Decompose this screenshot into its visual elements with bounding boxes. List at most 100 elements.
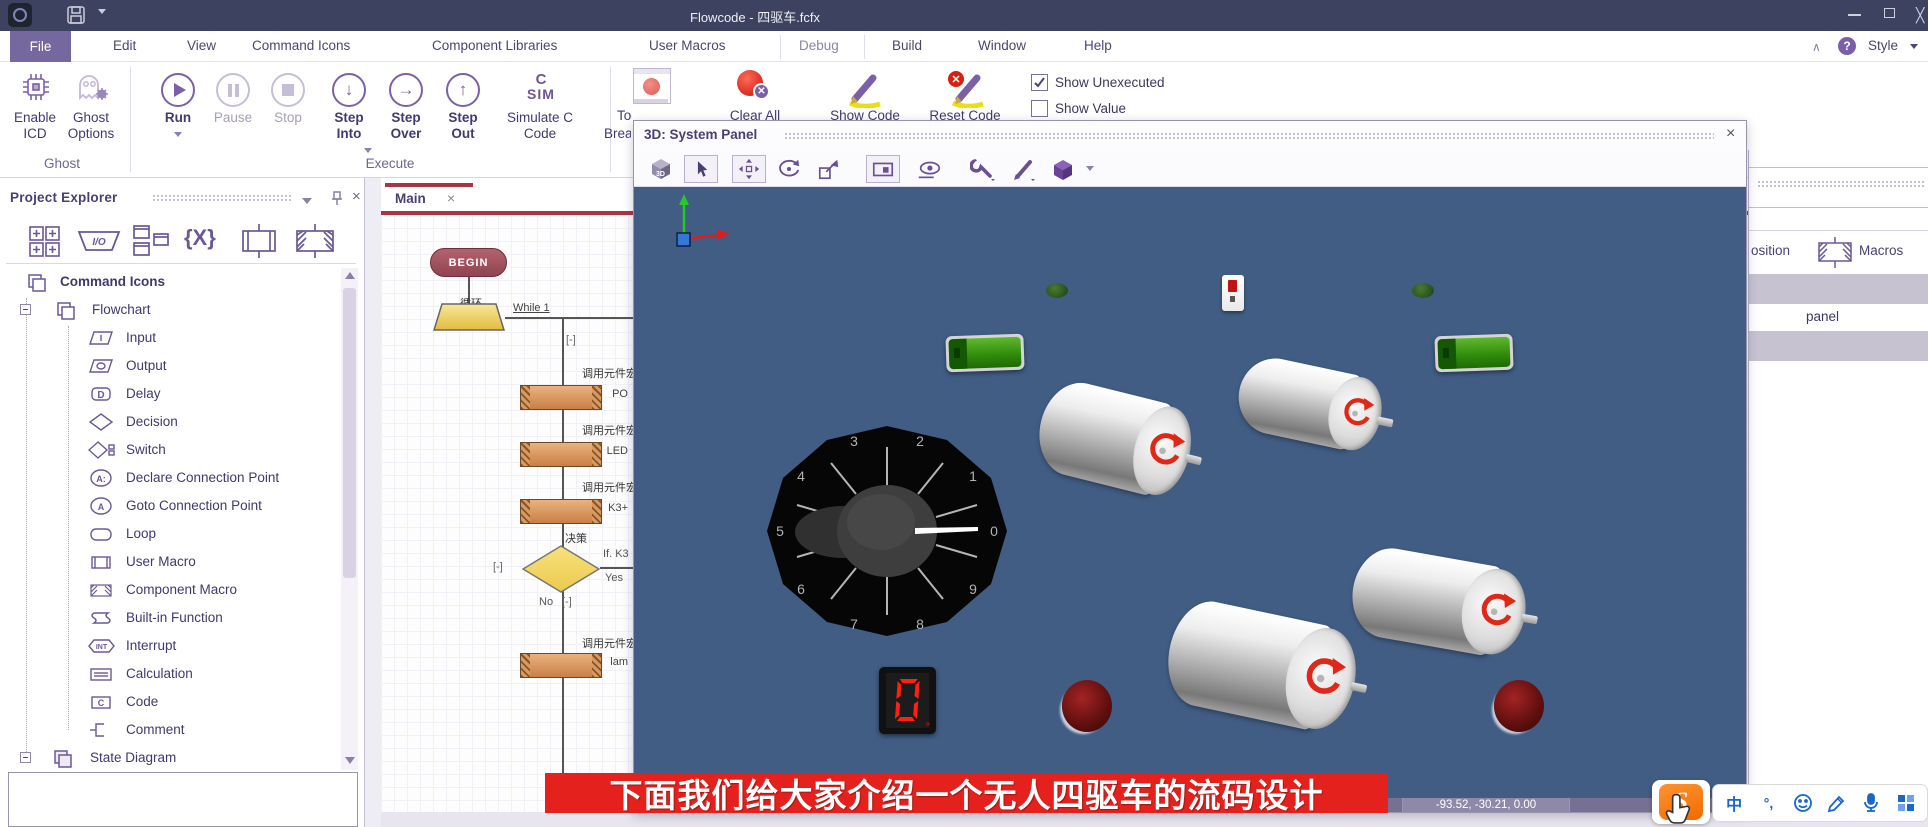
run-button[interactable]: Run	[156, 66, 200, 166]
begin-node[interactable]: BEGIN	[430, 248, 507, 277]
collapse-marker[interactable]: [-]	[566, 334, 576, 346]
position-label[interactable]: osition	[1751, 243, 1790, 258]
save-icon[interactable]	[66, 5, 86, 30]
paint-tool-icon[interactable]	[1006, 155, 1040, 183]
step-over-button[interactable]: → Step Over	[383, 66, 429, 166]
step-out-button[interactable]: ↑ Step Out	[440, 66, 486, 166]
tree-item-state-diagram[interactable]: State Diagram	[0, 744, 335, 772]
menu-window[interactable]: Window	[978, 38, 1026, 53]
help-icon[interactable]: ?	[1838, 37, 1856, 55]
tree-item-delay[interactable]: D Delay	[0, 380, 335, 408]
clear-all-breakpoints-button[interactable]: ✕	[735, 70, 779, 106]
menu-command-icons[interactable]: Command Icons	[252, 38, 350, 53]
dc-motor[interactable]	[1345, 541, 1533, 664]
ime-microphone-icon[interactable]	[1858, 793, 1884, 813]
table-row[interactable]: panel	[1749, 304, 1928, 331]
style-menu[interactable]: Style	[1868, 38, 1898, 53]
rotate-tool[interactable]	[772, 155, 806, 183]
component-macro-strip-icon[interactable]	[292, 224, 338, 263]
quick-access-dropdown-icon[interactable]	[98, 9, 106, 14]
loop-start-node[interactable]	[433, 303, 505, 331]
green-led[interactable]	[1412, 283, 1434, 298]
panel-close-icon[interactable]: ×	[352, 188, 361, 205]
tree-item-declare-connection-point[interactable]: A: Declare Connection Point	[0, 464, 335, 492]
tree-item-calculation[interactable]: Calculation	[0, 660, 335, 688]
menu-user-macros[interactable]: User Macros	[649, 38, 726, 53]
3d-window-titlebar[interactable]: 3D: System Panel ×	[634, 121, 1746, 151]
scroll-down-icon[interactable]	[345, 757, 355, 764]
cube-display-icon[interactable]	[1046, 155, 1080, 183]
minimize-button[interactable]	[1848, 14, 1861, 16]
pan-tool[interactable]	[732, 155, 766, 183]
tree-item-interrupt[interactable]: INT Interrupt	[0, 632, 335, 660]
enable-icd-button[interactable]: Enable ICD	[6, 66, 64, 166]
menu-view[interactable]: View	[187, 38, 216, 53]
battery-component[interactable]	[945, 334, 1024, 373]
pause-button[interactable]: Pause	[210, 66, 256, 166]
ime-keyboard-grid-icon[interactable]	[1893, 793, 1919, 813]
scrollbar-thumb[interactable]	[343, 288, 356, 578]
cube-dropdown-icon[interactable]	[1086, 166, 1094, 171]
menu-debug[interactable]: Debug	[799, 38, 839, 53]
battery-component[interactable]	[1434, 334, 1513, 373]
scale-tool[interactable]	[812, 155, 846, 183]
menu-file[interactable]: File	[10, 31, 71, 62]
stop-button[interactable]: Stop	[266, 66, 310, 166]
dc-motor[interactable]	[1231, 350, 1388, 458]
ime-emoji-icon[interactable]	[1790, 793, 1816, 813]
decision-node[interactable]	[522, 545, 600, 593]
tree-item-output[interactable]: Output	[0, 352, 335, 380]
show-unexecuted-checkbox[interactable]: Show Unexecuted	[1031, 74, 1165, 91]
tree-item-user-macro[interactable]: User Macro	[0, 548, 335, 576]
variables-icon[interactable]: {X}	[184, 225, 216, 251]
tree-item-goto-connection-point[interactable]: A Goto Connection Point	[0, 492, 335, 520]
tree-item-flowchart[interactable]: Flowchart	[0, 296, 335, 324]
macros-label[interactable]: Macros	[1859, 243, 1903, 258]
step-into-button[interactable]: ↓ Step Into	[326, 66, 372, 166]
tree-item-loop[interactable]: Loop	[0, 520, 335, 548]
menu-build[interactable]: Build	[892, 38, 922, 53]
app-logo-icon[interactable]	[8, 3, 32, 27]
tree-item-input[interactable]: Input	[0, 324, 335, 352]
rotary-dial[interactable]: 0 1 2 3 4 5 6 7 8 9	[765, 424, 1011, 640]
close-button[interactable]: ╳	[1916, 7, 1924, 24]
toggle-switch-3d[interactable]	[1222, 275, 1244, 311]
show-code-button[interactable]	[845, 70, 885, 108]
windows-icon[interactable]	[132, 224, 174, 263]
pin-icon[interactable]	[330, 190, 344, 211]
ime-punctuation-toggle[interactable]: °,	[1755, 795, 1781, 811]
wrench-tool-icon[interactable]	[966, 155, 1000, 183]
select-tool[interactable]	[684, 155, 718, 183]
3d-viewport[interactable]: 0 1 2 3 4 5 6 7 8 9	[634, 187, 1746, 798]
simulate-c-code-button[interactable]: CSIM Simulate C Code	[500, 66, 582, 166]
tree-item-switch[interactable]: Switch	[0, 436, 335, 464]
tree-item-comment[interactable]: Comment	[0, 716, 335, 744]
visibility-eye-icon[interactable]	[912, 155, 946, 183]
menu-component-libraries[interactable]: Component Libraries	[432, 38, 557, 53]
panel-splitter[interactable]	[365, 178, 381, 827]
user-macro-strip-icon[interactable]	[238, 224, 280, 263]
grid-icons-icon[interactable]	[27, 224, 63, 263]
scroll-up-icon[interactable]	[345, 272, 355, 279]
io-icon[interactable]: I/O	[77, 228, 121, 259]
tree-item-built-in-function[interactable]: Built-in Function	[0, 604, 335, 632]
menu-help[interactable]: Help	[1084, 38, 1112, 53]
panel-dropdown-icon[interactable]	[302, 198, 312, 204]
show-value-checkbox[interactable]: Show Value	[1031, 100, 1126, 117]
maximize-button[interactable]	[1884, 8, 1895, 18]
ghost-options-button[interactable]: Ghost Options	[62, 66, 120, 166]
collapse-marker[interactable]: [-]	[493, 561, 503, 573]
collapse-marker[interactable]: [-]	[562, 596, 572, 608]
tree-item-component-macro[interactable]: Component Macro	[0, 576, 335, 604]
ime-handwriting-icon[interactable]	[1824, 793, 1850, 813]
menu-edit[interactable]: Edit	[113, 38, 136, 53]
tree-item-command-icons[interactable]: Command Icons	[0, 268, 335, 296]
seven-segment-display[interactable]	[879, 667, 936, 734]
reset-code-button[interactable]: ✕	[945, 70, 989, 108]
tab-main[interactable]: Main ×	[385, 187, 473, 211]
region-tool[interactable]	[866, 155, 900, 183]
red-led[interactable]	[1062, 680, 1112, 732]
3d-window-close-icon[interactable]: ×	[1726, 125, 1735, 143]
collapse-ribbon-icon[interactable]: ∧	[1812, 40, 1821, 54]
explorer-scrollbar[interactable]	[341, 268, 358, 770]
